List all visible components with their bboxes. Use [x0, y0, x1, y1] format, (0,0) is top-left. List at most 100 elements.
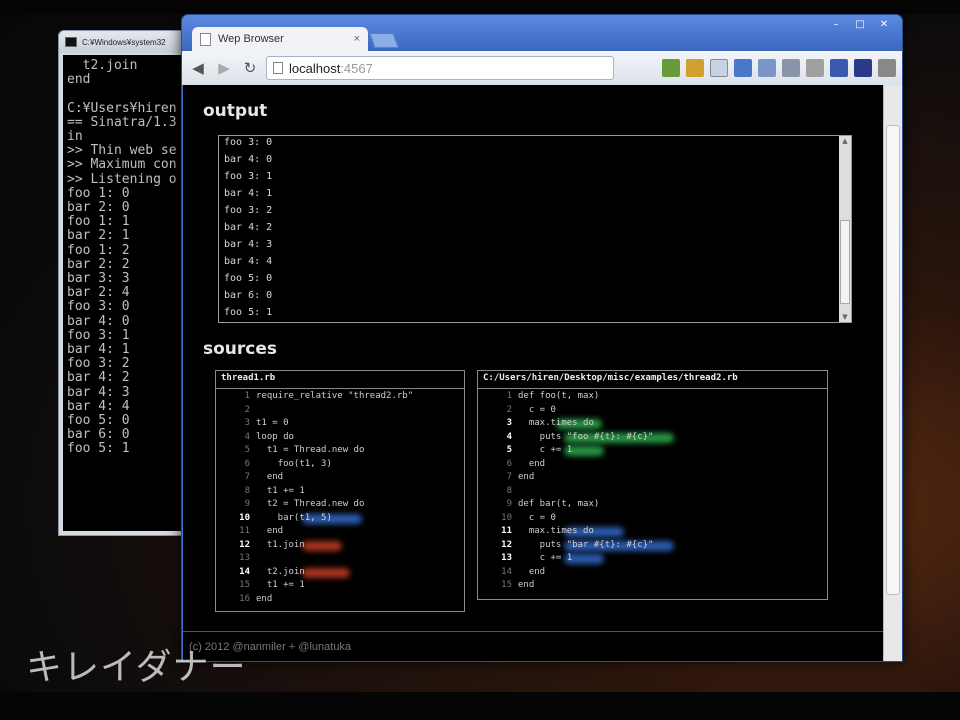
source-line: 4 loop do — [216, 431, 464, 445]
new-tab-button[interactable] — [369, 33, 399, 48]
back-button[interactable]: ◀ — [188, 58, 208, 78]
line-number: 7 — [506, 472, 512, 482]
line-number: 13 — [501, 553, 512, 563]
line-number: 11 — [501, 526, 512, 536]
console-line: bar 4: 0 — [67, 313, 130, 329]
line-number: 6 — [244, 458, 250, 469]
letterbox-bottom — [0, 692, 960, 720]
extension-icon[interactable] — [806, 59, 824, 77]
line-code: c += 1 — [518, 445, 573, 455]
line-code: t2.join — [256, 566, 305, 577]
line-code: t1.join — [256, 539, 305, 550]
letterbox-top — [0, 0, 960, 14]
extension-icon[interactable] — [662, 59, 680, 77]
source-code: 1 require_relative "thread2.rb" 2 3 t1 = 0 4l… — [216, 389, 464, 606]
line-number: 14 — [239, 566, 250, 577]
line-number: 4 — [244, 431, 250, 442]
maximize-button[interactable]: □ — [850, 17, 870, 31]
console-line: foo 1: 2 — [67, 242, 130, 258]
close-button[interactable]: ✕ — [874, 17, 894, 31]
source-line: 13 c += 1 — [478, 552, 827, 566]
output-scrollbar[interactable]: ▲ ▼ — [839, 136, 851, 322]
line-number: 9 — [244, 499, 250, 509]
video-caption: キレイダナー — [26, 647, 247, 688]
extension-icon[interactable] — [854, 59, 872, 77]
line-code: bar(t1, 5) — [256, 512, 332, 523]
line-number: 5 — [244, 445, 250, 455]
source-line: 9 t2 = Thread.new do — [216, 498, 464, 512]
output-log[interactable]: foo 3: 0 bar 4: 0 foo 3: 1 bar 4: 1 foo 3: 2… — [218, 135, 852, 323]
execution-highlight — [302, 540, 342, 551]
address-bar[interactable]: localhost:4567 — [266, 56, 614, 80]
page-scrollbar[interactable] — [883, 85, 902, 661]
output-line: bar 4: 0 — [224, 154, 273, 165]
source-line: 10 bar(t1, 5) — [216, 512, 464, 526]
reload-button[interactable]: ↻ — [240, 58, 260, 78]
source-line: 11 max.times do — [478, 525, 827, 539]
output-lines: foo 3: 0 bar 4: 0 foo 3: 1 bar 4: 1 foo 3: 2… — [224, 136, 273, 321]
scroll-up-icon[interactable]: ▲ — [839, 136, 851, 146]
output-heading: output — [203, 101, 268, 121]
line-code: c += 1 — [518, 553, 573, 563]
source-line: 14 end — [478, 566, 827, 580]
line-number: 1 — [244, 391, 250, 401]
line-number: 3 — [244, 418, 250, 428]
output-line: foo 5: 1 — [224, 307, 273, 318]
extension-icon[interactable] — [782, 59, 800, 77]
source-line: 11 end — [216, 525, 464, 539]
browser-toolbar: ◀ ▶ ↻ localhost:4567 — [182, 51, 902, 85]
output-line: bar 6: 0 — [224, 290, 273, 301]
source-line: 3 max.times do — [478, 417, 827, 431]
output-line: foo 5: 0 — [224, 273, 273, 284]
source-panel-thread2[interactable]: C:/Users/hiren/Desktop/misc/examples/thr… — [477, 370, 828, 600]
output-line: bar 4: 4 — [224, 256, 273, 267]
source-filename: C:/Users/hiren/Desktop/misc/examples/thr… — [478, 371, 827, 389]
tab-close-icon[interactable]: × — [354, 33, 360, 45]
console-line: bar 4: 1 — [67, 342, 130, 358]
line-code: max.times do — [518, 418, 594, 428]
scroll-down-icon[interactable]: ▼ — [839, 312, 851, 322]
line-code: end — [518, 458, 546, 469]
line-code: def bar(t, max) — [518, 499, 600, 509]
source-line: 14 t2.join — [216, 566, 464, 580]
line-number: 10 — [239, 512, 250, 523]
output-scroll-thumb[interactable] — [840, 220, 850, 304]
page-icon — [273, 62, 283, 74]
url-port: :4567 — [340, 60, 373, 76]
tab-wep-browser[interactable]: Wep Browser × — [192, 27, 368, 51]
page-footer: (c) 2012 @nanmiler + @lunatuka — [183, 631, 883, 661]
source-line: 9 def bar(t, max) — [478, 498, 827, 512]
source-line: 3 t1 = 0 — [216, 417, 464, 431]
extension-icon[interactable] — [734, 59, 752, 77]
minimize-button[interactable]: – — [826, 17, 846, 31]
console-line: bar 2: 2 — [67, 256, 130, 272]
source-line: 7 end — [478, 471, 827, 485]
extension-icon[interactable] — [830, 59, 848, 77]
console-titlebar[interactable]: C:¥Windows¥system32 — [59, 31, 197, 53]
source-line: 10 c = 0 — [478, 512, 827, 526]
line-code: end — [256, 526, 284, 536]
line-code: end — [518, 566, 546, 577]
source-panel-thread1[interactable]: thread1.rb 1 require_relative "thread2.rb… — [215, 370, 465, 612]
extension-icon[interactable] — [686, 59, 704, 77]
extension-icon[interactable] — [758, 59, 776, 77]
line-code: def foo(t, max) — [518, 391, 600, 401]
star-icon[interactable] — [710, 59, 728, 77]
source-line: 13 — [216, 552, 464, 566]
source-line: 12 puts "bar #{t}: #{c}" — [478, 539, 827, 553]
source-line: 15 end — [478, 579, 827, 593]
wrench-icon[interactable] — [878, 59, 896, 77]
line-code: loop do — [256, 431, 294, 442]
forward-button[interactable]: ▶ — [214, 58, 234, 78]
line-number: 12 — [239, 539, 250, 550]
console-window[interactable]: C:¥Windows¥system32 t2.join end C:¥Users¥… — [58, 30, 198, 536]
source-line: 2 c = 0 — [478, 404, 827, 418]
output-line: foo 3: 0 — [224, 137, 273, 148]
console-line: bar 4: 4 — [67, 398, 130, 414]
output-line: bar 4: 1 — [224, 188, 273, 199]
line-number: 7 — [244, 472, 250, 482]
console-line: bar 4: 2 — [67, 370, 130, 386]
line-number: 12 — [501, 539, 512, 550]
page-scroll-thumb[interactable] — [886, 125, 900, 595]
